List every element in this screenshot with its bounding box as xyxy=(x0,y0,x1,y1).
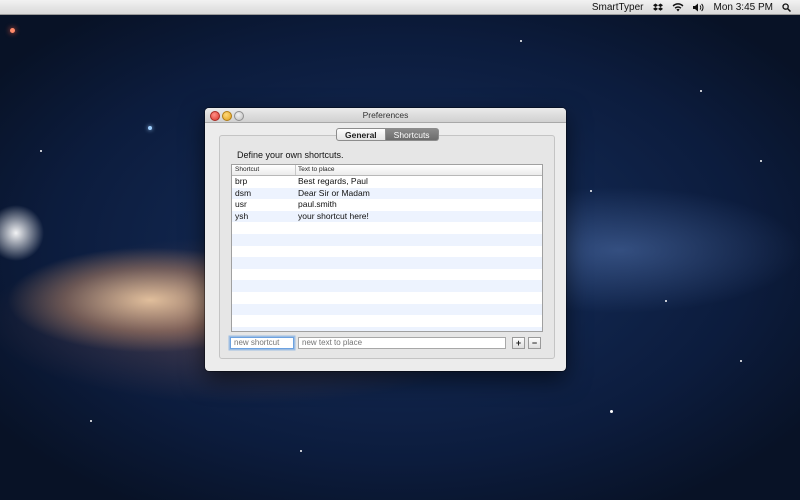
star xyxy=(148,126,152,130)
empty-row xyxy=(232,233,542,246)
empty-row xyxy=(232,257,542,269)
column-header-shortcut[interactable]: Shortcut xyxy=(235,166,259,173)
star xyxy=(700,90,702,92)
app-name[interactable]: SmartTyper xyxy=(592,2,644,13)
preferences-window: Preferences General Shortcuts Define you… xyxy=(205,108,566,371)
panel-heading: Define your own shortcuts. xyxy=(237,150,344,160)
table-row[interactable]: ysh your shortcut here! xyxy=(232,210,542,223)
close-button[interactable] xyxy=(210,111,220,121)
star xyxy=(760,160,762,162)
table-header: Shortcut Text to place xyxy=(232,165,542,176)
cell-text: your shortcut here! xyxy=(298,210,369,221)
cell-shortcut: dsm xyxy=(235,187,252,198)
new-text-input[interactable] xyxy=(298,337,506,349)
menu-bar: SmartTyper Mon 3:45 PM xyxy=(0,0,800,15)
zoom-button[interactable] xyxy=(234,111,244,121)
star xyxy=(610,410,613,413)
wifi-icon[interactable] xyxy=(672,0,684,14)
empty-row xyxy=(232,222,542,234)
table-row[interactable]: usr paul.smith xyxy=(232,199,542,211)
empty-row xyxy=(232,315,542,327)
minimize-button[interactable] xyxy=(222,111,232,121)
tab-general[interactable]: General xyxy=(336,128,386,141)
cell-shortcut: usr xyxy=(235,199,247,210)
cell-text: paul.smith xyxy=(298,199,337,210)
table-body: brp Best regards, Paul dsm Dear Sir or M… xyxy=(232,176,542,331)
table-row[interactable]: dsm Dear Sir or Madam xyxy=(232,187,542,200)
dropbox-icon[interactable] xyxy=(652,0,663,14)
empty-row xyxy=(232,291,542,304)
cell-shortcut: brp xyxy=(235,176,248,186)
star xyxy=(40,150,42,152)
cell-text: Dear Sir or Madam xyxy=(298,187,370,198)
star xyxy=(665,300,667,302)
column-header-text[interactable]: Text to place xyxy=(298,166,335,173)
window-title: Preferences xyxy=(362,110,409,120)
tab-bar: General Shortcuts xyxy=(336,128,439,141)
star xyxy=(90,420,92,422)
star xyxy=(740,360,742,362)
cell-text: Best regards, Paul xyxy=(298,176,368,186)
cell-shortcut: ysh xyxy=(235,210,249,221)
empty-row xyxy=(232,326,542,331)
empty-row xyxy=(232,268,542,281)
new-shortcut-input[interactable] xyxy=(230,337,294,349)
spotlight-search-icon[interactable] xyxy=(782,0,791,14)
star xyxy=(300,450,302,452)
empty-row xyxy=(232,280,542,292)
title-bar[interactable]: Preferences xyxy=(205,108,566,123)
clock-text[interactable]: Mon 3:45 PM xyxy=(714,2,773,13)
app-menu-extra[interactable]: SmartTyper xyxy=(592,0,644,14)
clock[interactable]: Mon 3:45 PM xyxy=(714,0,773,14)
column-divider[interactable] xyxy=(295,165,296,175)
star xyxy=(590,190,592,192)
tab-shortcuts[interactable]: Shortcuts xyxy=(385,128,439,141)
shortcuts-panel: Define your own shortcuts. Shortcut Text… xyxy=(219,135,555,359)
empty-row xyxy=(232,245,542,258)
star xyxy=(10,28,15,33)
table-row[interactable]: brp Best regards, Paul xyxy=(232,176,542,188)
add-shortcut-button[interactable]: + xyxy=(512,337,525,349)
star xyxy=(520,40,522,42)
shortcuts-table[interactable]: Shortcut Text to place brp Best regards,… xyxy=(231,164,543,332)
volume-icon[interactable] xyxy=(692,0,705,14)
empty-row xyxy=(232,303,542,316)
remove-shortcut-button[interactable]: − xyxy=(528,337,541,349)
